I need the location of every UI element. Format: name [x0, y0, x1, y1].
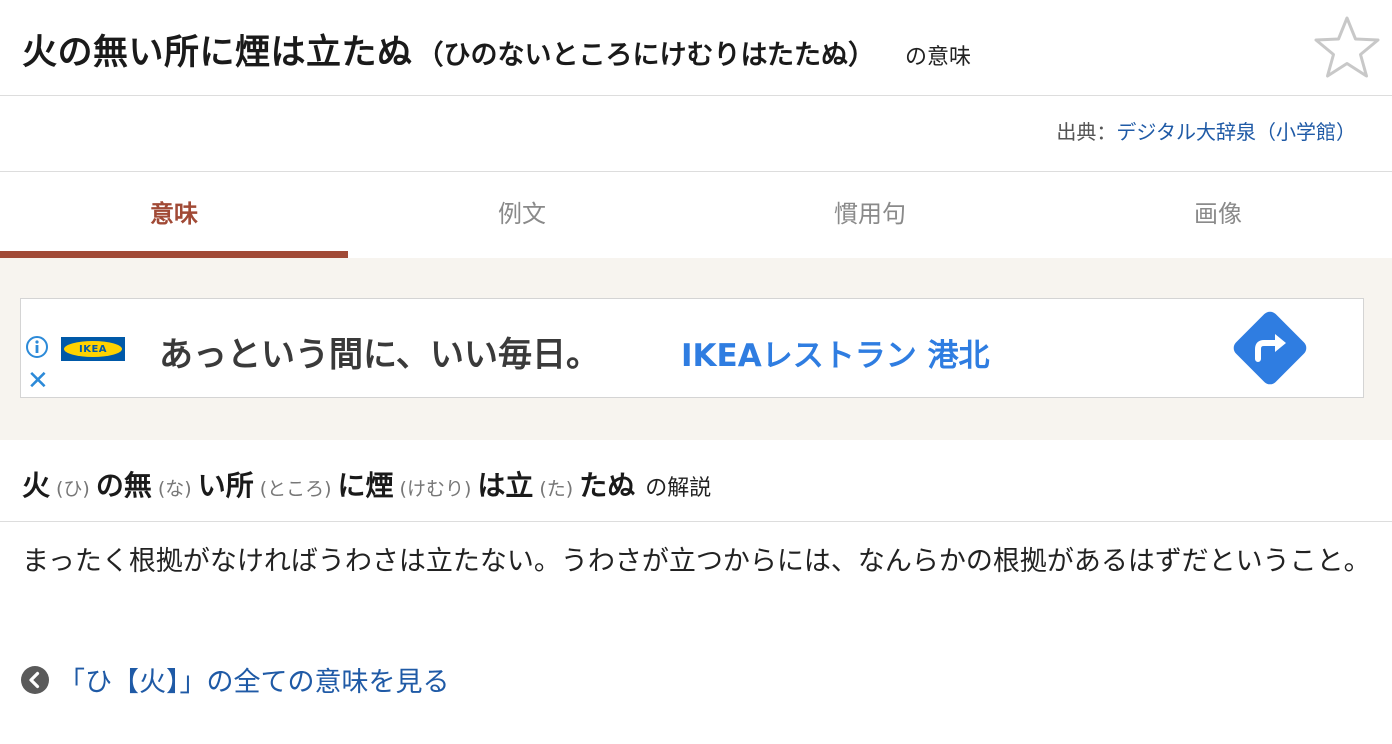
ruby-base: の無	[95, 469, 152, 502]
tab-examples[interactable]: 例文	[348, 172, 696, 258]
ad-banner[interactable]: ✕ IKEA あっという間に、いい毎日。 IKEAレストラン 港北	[20, 298, 1364, 398]
star-outline-icon[interactable]	[1312, 14, 1382, 80]
tab-images[interactable]: 画像	[1044, 172, 1392, 258]
definition-text: まったく根拠がなければうわさは立たない。うわさが立つからには、なんらかの根拠があ…	[22, 546, 1371, 577]
tab-bar: 意味 例文 慣用句 画像	[0, 172, 1392, 258]
tab-meaning[interactable]: 意味	[0, 172, 348, 258]
ruby-base: に煙	[337, 469, 394, 502]
ruby-reading: (けむり)	[399, 478, 472, 500]
ruby-reading: (た)	[539, 478, 574, 500]
page-header: 火の無い所に煙は立たぬ （ひのないところにけむりはたたぬ） の意味	[0, 0, 1392, 96]
ikea-logo-text: IKEA	[64, 341, 122, 357]
idiom-title: 火の無い所に煙は立たぬ	[22, 33, 413, 73]
idiom-reading: （ひのないところにけむりはたたぬ）	[416, 40, 875, 71]
ruby-reading: (ひ)	[56, 478, 90, 500]
directions-arrow-icon[interactable]	[1227, 305, 1313, 391]
source-label: 出典：	[1056, 120, 1117, 144]
page-title: 火の無い所に煙は立たぬ （ひのないところにけむりはたたぬ） の意味	[22, 24, 971, 75]
all-meanings-link-text[interactable]: 「ひ【火】」の全ての意味を見る	[58, 660, 450, 699]
ad-store-link[interactable]: IKEAレストラン 港北	[681, 330, 990, 375]
ad-headline: あっという間に、いい毎日。	[159, 335, 600, 375]
ikea-logo: IKEA	[61, 337, 125, 361]
all-meanings-link[interactable]: 「ひ【火】」の全ての意味を見る	[20, 660, 450, 699]
title-suffix: の意味	[904, 45, 971, 70]
ruby-base: い所	[197, 469, 254, 502]
commentary-suffix: の解説	[645, 476, 712, 501]
ruby-reading: (ところ)	[259, 478, 332, 500]
ruby-base: たぬ	[579, 469, 636, 502]
close-icon[interactable]: ✕	[27, 368, 49, 394]
ruby-base: は立	[477, 469, 534, 502]
commentary-heading: 火 (ひ) の無 (な) い所 (ところ) に煙 (けむり) は立 (た) たぬ…	[0, 440, 1392, 522]
ruby-heading: 火 (ひ) の無 (な) い所 (ところ) に煙 (けむり) は立 (た) たぬ…	[22, 464, 711, 504]
ruby-base: 火	[22, 469, 51, 502]
chevron-left-circle-icon	[21, 665, 49, 694]
tab-idioms[interactable]: 慣用句	[696, 172, 1044, 258]
info-icon[interactable]	[25, 335, 49, 359]
source-row: 出典：デジタル大辞泉（小学館）	[0, 96, 1392, 172]
source-dictionary-link[interactable]: デジタル大辞泉（小学館）	[1116, 120, 1356, 144]
ruby-reading: (な)	[157, 478, 192, 500]
